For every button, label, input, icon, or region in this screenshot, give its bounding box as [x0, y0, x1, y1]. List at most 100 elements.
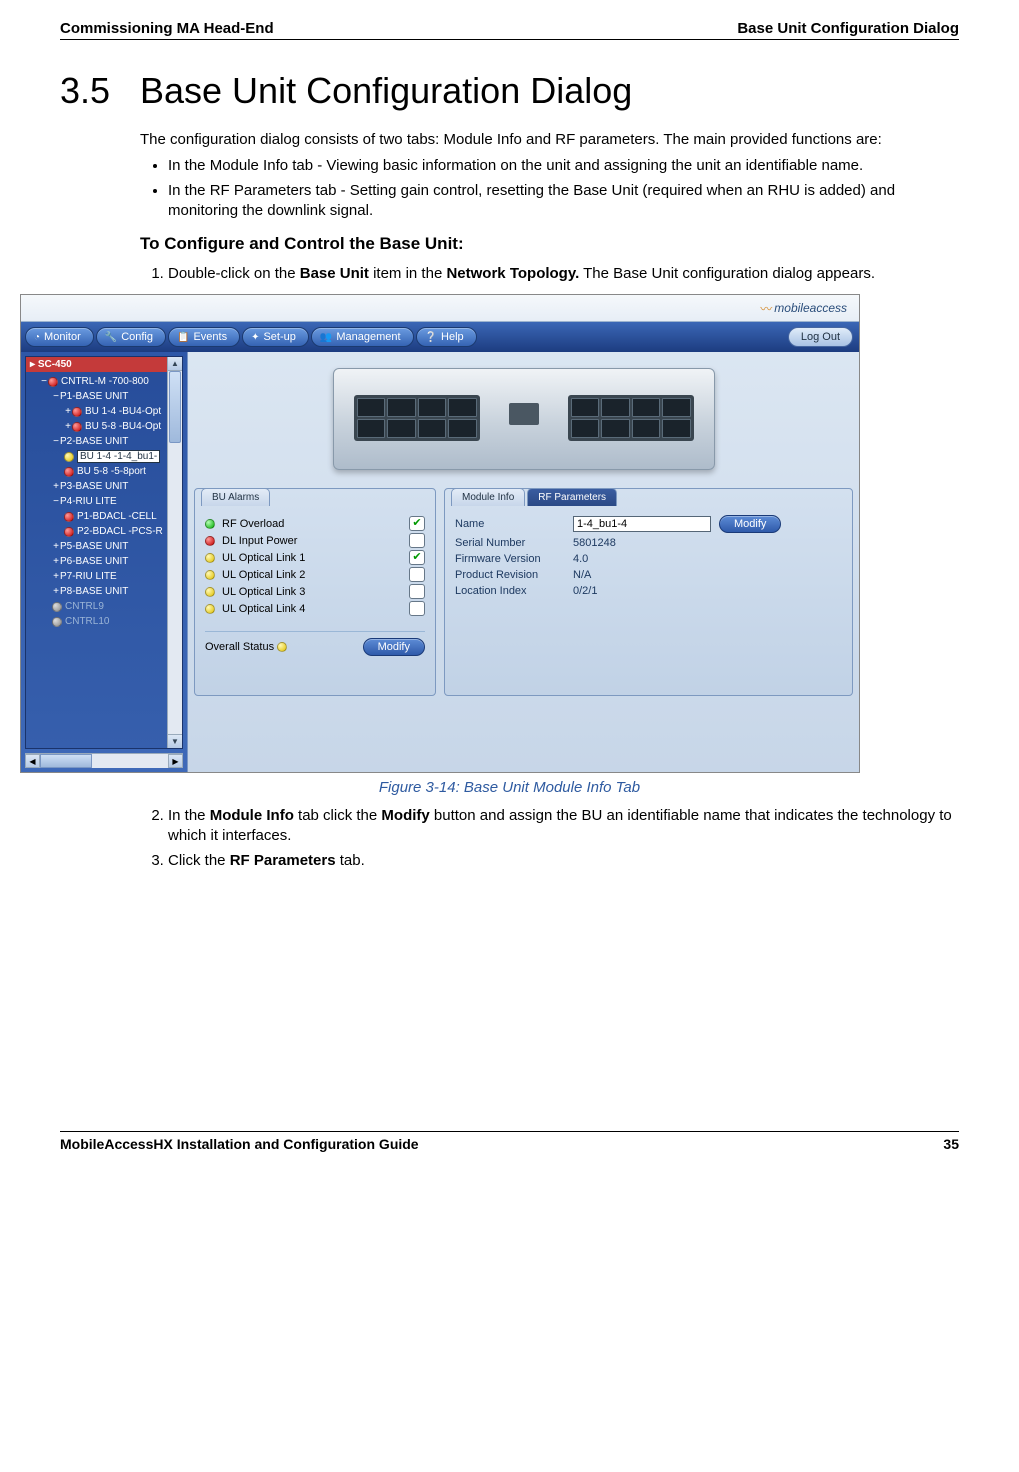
- loc-label: Location Index: [455, 585, 565, 597]
- tree-node[interactable]: −CNTRL-M -700-800: [30, 374, 182, 389]
- tree-node[interactable]: CNTRL10: [30, 614, 182, 629]
- step-2: In the Module Info tab click the Modify …: [168, 806, 959, 847]
- section-title: 3.5Base Unit Configuration Dialog: [60, 70, 959, 112]
- scroll-up-icon[interactable]: ▲: [168, 357, 182, 371]
- tree-node[interactable]: −P1-BASE UNIT: [30, 389, 182, 404]
- tree-node[interactable]: +P6-BASE UNIT: [30, 554, 182, 569]
- tab-module-info[interactable]: Module Info: [451, 488, 525, 506]
- serial-label: Serial Number: [455, 537, 565, 549]
- status-dot-yellow-icon: [205, 587, 215, 597]
- rev-value: N/A: [573, 569, 591, 581]
- hscroll-thumb[interactable]: [40, 754, 92, 768]
- tab-bu-alarms[interactable]: BU Alarms: [201, 488, 270, 506]
- tree-node[interactable]: +BU 1-4 -BU4-Opt: [30, 404, 182, 419]
- menu-config[interactable]: 🔧Config: [96, 327, 166, 347]
- fw-value: 4.0: [573, 553, 588, 565]
- alarms-modify-button[interactable]: Modify: [363, 638, 425, 656]
- tree-node[interactable]: P2-BDACL -PCS-R: [30, 524, 182, 539]
- scroll-left-icon[interactable]: ◀: [25, 754, 40, 768]
- status-dot-green-icon: [205, 519, 215, 529]
- body-content-2: In the Module Info tab click the Modify …: [140, 806, 959, 871]
- menu-events[interactable]: 📋Events: [168, 327, 240, 347]
- name-input[interactable]: [573, 516, 711, 532]
- alarm-row: UL Optical Link 2: [205, 566, 425, 583]
- tree-hscrollbar[interactable]: ◀ ▶: [25, 753, 183, 768]
- name-label: Name: [455, 518, 565, 530]
- loc-value: 0/2/1: [573, 585, 597, 597]
- sidebar: ▸ SC-450 −CNTRL-M -700-800 −P1-BASE UNIT…: [21, 352, 188, 772]
- header-left: Commissioning MA Head-End: [60, 20, 274, 37]
- tree-node[interactable]: +P7-RIU LITE: [30, 569, 182, 584]
- name-modify-button[interactable]: Modify: [719, 515, 781, 533]
- help-icon: ❔: [425, 332, 437, 343]
- tree-node-selected[interactable]: BU 1-4 -1-4_bu1-: [30, 449, 182, 464]
- mask-checkbox[interactable]: [409, 567, 425, 582]
- config-icon: 🔧: [105, 332, 117, 343]
- status-dot-yellow-icon: [205, 570, 215, 580]
- overall-status-icon: [277, 642, 287, 652]
- tree-node[interactable]: −P2-BASE UNIT: [30, 434, 182, 449]
- footer-left: MobileAccessHX Installation and Configur…: [60, 1136, 419, 1152]
- serial-value: 5801248: [573, 537, 616, 549]
- setup-icon: ✦: [251, 332, 259, 343]
- app-body: ▸ SC-450 −CNTRL-M -700-800 −P1-BASE UNIT…: [21, 352, 859, 772]
- brand-label: mobileaccess: [774, 301, 847, 315]
- tab-rf-parameters[interactable]: RF Parameters: [527, 488, 617, 506]
- intro-paragraph: The configuration dialog consists of two…: [140, 130, 959, 150]
- fw-label: Firmware Version: [455, 553, 565, 565]
- bullet-1: In the Module Info tab - Viewing basic i…: [168, 156, 959, 176]
- logo-swirl-icon: 〰: [760, 300, 772, 317]
- management-icon: 👥: [320, 332, 332, 343]
- header-right: Base Unit Configuration Dialog: [737, 20, 959, 37]
- menu-help[interactable]: ❔Help: [416, 327, 477, 347]
- tree-node[interactable]: +BU 5-8 -BU4-Opt: [30, 419, 182, 434]
- tree-node[interactable]: P1-BDACL -CELL: [30, 509, 182, 524]
- module-info-panel: Module Info RF Parameters Name Modify Se…: [444, 488, 853, 696]
- tree-node[interactable]: BU 5-8 -5-8port: [30, 464, 182, 479]
- main-area: BU Alarms RF Overload✔ DL Input Power UL…: [188, 352, 859, 772]
- app-logo-bar: 〰 mobileaccess: [21, 295, 859, 322]
- tree-vscrollbar[interactable]: ▲ ▼: [167, 357, 182, 748]
- mask-checkbox[interactable]: [409, 601, 425, 616]
- tree-root[interactable]: ▸ SC-450: [26, 357, 182, 372]
- scroll-thumb[interactable]: [169, 371, 181, 443]
- subheading: To Configure and Control the Base Unit:: [140, 233, 959, 256]
- step-3: Click the RF Parameters tab.: [168, 851, 959, 871]
- screenshot-figure: 〰 mobileaccess ◔Monitor 🔧Config 📋Events …: [20, 294, 959, 773]
- figure-caption: Figure 3-14: Base Unit Module Info Tab: [60, 779, 959, 796]
- rev-label: Product Revision: [455, 569, 565, 581]
- events-icon: 📋: [177, 332, 189, 343]
- overall-status-row: Overall Status Modify: [205, 631, 425, 656]
- menu-setup[interactable]: ✦Set-up: [242, 327, 309, 347]
- step-1: Double-click on the Base Unit item in th…: [168, 264, 959, 284]
- alarm-row: DL Input Power: [205, 532, 425, 549]
- footer-page-number: 35: [943, 1136, 959, 1152]
- page-header: Commissioning MA Head-End Base Unit Conf…: [60, 20, 959, 40]
- section-heading: Base Unit Configuration Dialog: [140, 70, 632, 111]
- device-illustration: [333, 368, 715, 470]
- logout-button[interactable]: Log Out: [788, 327, 853, 347]
- tree-node[interactable]: +P3-BASE UNIT: [30, 479, 182, 494]
- tree-node[interactable]: +P8-BASE UNIT: [30, 584, 182, 599]
- page-footer: MobileAccessHX Installation and Configur…: [60, 1131, 959, 1152]
- mask-checkbox[interactable]: ✔: [409, 550, 425, 565]
- mask-checkbox[interactable]: [409, 533, 425, 548]
- scroll-down-icon[interactable]: ▼: [168, 734, 182, 748]
- menu-management[interactable]: 👥Management: [311, 327, 414, 347]
- mask-checkbox[interactable]: [409, 584, 425, 599]
- topology-tree[interactable]: ▸ SC-450 −CNTRL-M -700-800 −P1-BASE UNIT…: [25, 356, 183, 749]
- tree-node[interactable]: CNTRL9: [30, 599, 182, 614]
- status-dot-red-icon: [205, 536, 215, 546]
- mask-checkbox[interactable]: ✔: [409, 516, 425, 531]
- status-dot-yellow-icon: [205, 604, 215, 614]
- tree-node[interactable]: +P5-BASE UNIT: [30, 539, 182, 554]
- bullet-2: In the RF Parameters tab - Setting gain …: [168, 181, 959, 222]
- alarm-row: UL Optical Link 3: [205, 583, 425, 600]
- alarms-panel: BU Alarms RF Overload✔ DL Input Power UL…: [194, 488, 436, 696]
- section-number: 3.5: [60, 70, 140, 112]
- body-content: The configuration dialog consists of two…: [140, 130, 959, 284]
- menu-monitor[interactable]: ◔Monitor: [25, 327, 94, 347]
- scroll-right-icon[interactable]: ▶: [168, 754, 183, 768]
- tree-node[interactable]: −P4-RIU LITE: [30, 494, 182, 509]
- alarm-row: UL Optical Link 1✔: [205, 549, 425, 566]
